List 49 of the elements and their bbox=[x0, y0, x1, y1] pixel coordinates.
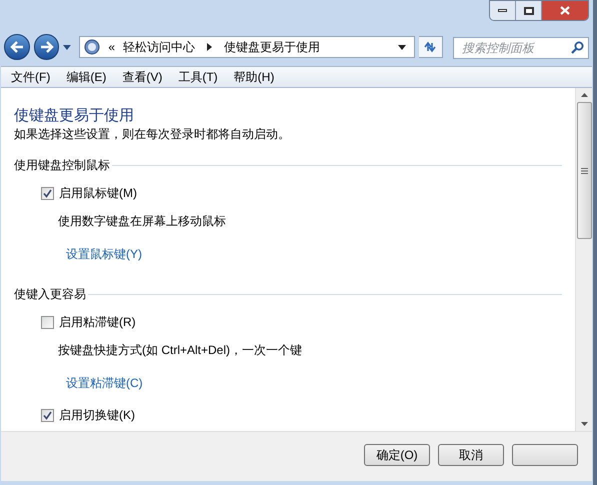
forward-button[interactable] bbox=[34, 34, 60, 60]
vertical-scrollbar[interactable] bbox=[575, 88, 592, 431]
checkbox[interactable] bbox=[41, 186, 54, 200]
option-description: 使用数字键盘在屏幕上移动鼠标 bbox=[58, 213, 226, 230]
forward-arrow-icon bbox=[40, 41, 54, 53]
section-heading: 使键入更容易 bbox=[14, 286, 86, 303]
back-button[interactable] bbox=[4, 34, 30, 60]
section-heading: 使用键盘控制鼠标 bbox=[14, 157, 110, 174]
checkbox[interactable] bbox=[41, 408, 54, 422]
close-icon bbox=[560, 6, 570, 15]
menu-item[interactable]: 编辑(E) bbox=[60, 68, 112, 86]
breadcrumb[interactable]: 轻松访问中心 bbox=[119, 38, 199, 56]
back-arrow-icon bbox=[10, 41, 24, 53]
dialog-button[interactable]: 取消 bbox=[438, 444, 504, 466]
page-title: 使键盘更易于使用 bbox=[14, 106, 135, 126]
control-panel-icon bbox=[84, 39, 100, 55]
address-bar[interactable]: « 轻松访问中心 使键盘更易于使用 bbox=[79, 36, 416, 58]
dialog-button[interactable] bbox=[512, 444, 578, 466]
scroll-down-icon[interactable] bbox=[580, 422, 588, 426]
grip-icon bbox=[580, 168, 588, 174]
search-icon bbox=[571, 41, 584, 54]
breadcrumb[interactable]: 使键盘更易于使用 bbox=[220, 38, 324, 56]
breadcrumb-overflow[interactable]: « bbox=[104, 38, 119, 56]
scroll-up-icon[interactable] bbox=[580, 93, 588, 97]
minimize-button[interactable] bbox=[490, 1, 516, 20]
chevron-right-icon[interactable] bbox=[207, 43, 212, 51]
menu-item[interactable]: 帮助(H) bbox=[228, 68, 280, 86]
close-button[interactable] bbox=[542, 1, 588, 20]
menu-item[interactable]: 工具(T) bbox=[172, 68, 224, 86]
dropdown-caret-icon[interactable] bbox=[398, 44, 406, 50]
menu-item[interactable]: 文件(F) bbox=[5, 68, 56, 86]
option-description: 按键盘快捷方式(如 Ctrl+Alt+Del)，一次一个键 bbox=[58, 342, 302, 359]
checkbox[interactable] bbox=[41, 316, 54, 328]
refresh-button[interactable] bbox=[419, 36, 443, 58]
refresh-arrows-icon bbox=[423, 41, 438, 53]
dropdown-caret-icon[interactable] bbox=[63, 44, 72, 50]
settings-link[interactable]: 设置粘滞键(C) bbox=[66, 374, 143, 392]
maximize-button[interactable] bbox=[516, 1, 542, 20]
checkbox-label[interactable]: 启用切换键(K) bbox=[59, 406, 135, 424]
settings-link[interactable]: 设置鼠标键(Y) bbox=[66, 245, 142, 263]
dialog-button[interactable]: 确定(O) bbox=[364, 444, 430, 466]
minimize-icon bbox=[498, 9, 507, 12]
menu-item[interactable]: 查看(V) bbox=[116, 68, 168, 86]
search-field[interactable]: 搜索控制面板 bbox=[452, 37, 590, 59]
maximize-icon bbox=[524, 6, 534, 14]
checkbox-label[interactable]: 启用粘滞键(R) bbox=[59, 313, 136, 331]
checkbox-label[interactable]: 启用鼠标键(M) bbox=[59, 184, 137, 202]
page-subtitle: 如果选择这些设置，则在每次登录时都将自动启动。 bbox=[14, 126, 291, 142]
scrollbar-thumb[interactable] bbox=[576, 102, 592, 239]
